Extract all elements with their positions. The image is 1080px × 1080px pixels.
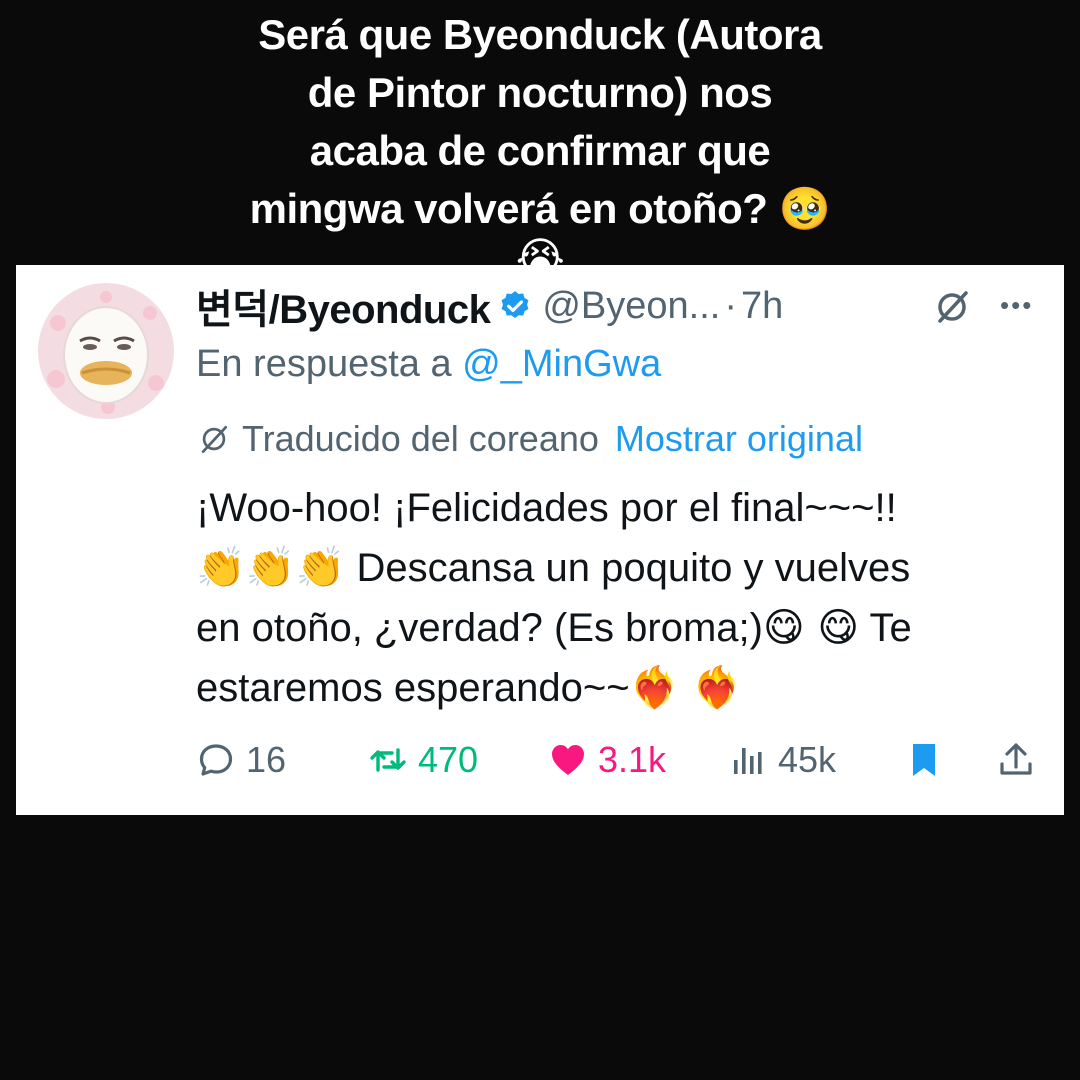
clapping-hands-emoji: 👏👏👏	[196, 545, 346, 591]
translated-label: Traducido del coreano	[242, 418, 599, 459]
tweet-text-line-2: 👏👏👏 Descansa un poquito y vuelves	[196, 538, 1036, 598]
retweet-count: 470	[418, 739, 479, 780]
separator-dot: ·	[724, 284, 737, 327]
tweet-text: ¡Woo-hoo! ¡Felicidades por el final~~~!!…	[196, 478, 1036, 718]
reply-count: 16	[246, 739, 287, 780]
tweet-text-line-3: en otoño, ¿verdad? (Es broma;)😋 😋 Te	[196, 598, 1036, 658]
heart-icon	[552, 745, 584, 775]
view-count: 45k	[778, 739, 837, 780]
caption-line-4: mingwa volverá en otoño? 🥹	[150, 180, 930, 238]
heart-on-fire-emoji: ❤️‍🔥 ❤️‍🔥	[629, 665, 742, 711]
action-bar: 16 470 3.1k 45k	[196, 734, 1044, 786]
grok-icon[interactable]	[932, 287, 972, 327]
more-options-icon[interactable]: •••	[1000, 290, 1040, 320]
tweet-text-line-4-text: estaremos esperando~~	[196, 666, 630, 710]
verified-badge-icon	[501, 291, 529, 319]
share-button[interactable]	[996, 734, 1046, 786]
video-caption: Será que Byeonduck (Autora de Pintor noc…	[150, 6, 930, 279]
translation-notice: Traducido del coreano Mostrar original	[196, 418, 863, 460]
tweet-text-line-4: estaremos esperando~~❤️‍🔥 ❤️‍🔥	[196, 658, 1036, 718]
like-count: 3.1k	[598, 739, 667, 780]
pleading-face-emoji: 🥹	[778, 184, 831, 233]
reply-mention-link[interactable]: @_MinGwa	[462, 343, 661, 385]
post-time[interactable]: 7h	[741, 285, 783, 328]
tweet-text-line-3-end: Te	[869, 606, 912, 650]
tweet-text-line-1: ¡Woo-hoo! ¡Felicidades por el final~~~!!	[196, 486, 897, 530]
translate-icon	[201, 425, 228, 453]
yum-face-emoji: 😋 😋	[762, 605, 860, 651]
display-name[interactable]: 변덕/Byeonduck	[196, 277, 491, 335]
tweet-header: 변덕/Byeonduck @Byeon... · 7h	[196, 278, 1056, 334]
like-button[interactable]: 3.1k	[548, 734, 666, 786]
reply-button[interactable]: 16	[196, 734, 286, 786]
show-original-link[interactable]: Mostrar original	[615, 418, 863, 460]
tweet-text-line-3-text: en otoño, ¿verdad? (Es broma;)	[196, 606, 763, 650]
analytics-icon	[734, 748, 762, 774]
caption-line-3: acaba de confirmar que	[309, 127, 771, 174]
reply-prefix: En respuesta a	[196, 343, 452, 385]
tweet-text-line-2-text: Descansa un poquito y vuelves	[356, 546, 911, 590]
retweet-button[interactable]: 470	[368, 734, 478, 786]
caption-line-2: de Pintor nocturno) nos	[307, 69, 773, 116]
caption-line-4-text: mingwa volverá en otoño?	[249, 185, 768, 232]
reply-icon	[199, 744, 233, 776]
bookmark-button[interactable]	[904, 734, 954, 786]
reply-context: En respuesta a @_MinGwa	[196, 343, 661, 386]
retweet-icon	[370, 748, 406, 772]
avatar-illustration-icon	[38, 283, 174, 419]
bookmark-icon	[913, 744, 935, 776]
share-icon	[1000, 743, 1032, 775]
caption-line-1: Será que Byeonduck (Autora	[258, 11, 822, 58]
avatar[interactable]	[38, 283, 174, 419]
user-handle[interactable]: @Byeon...	[542, 285, 720, 328]
views-button[interactable]: 45k	[728, 734, 836, 786]
